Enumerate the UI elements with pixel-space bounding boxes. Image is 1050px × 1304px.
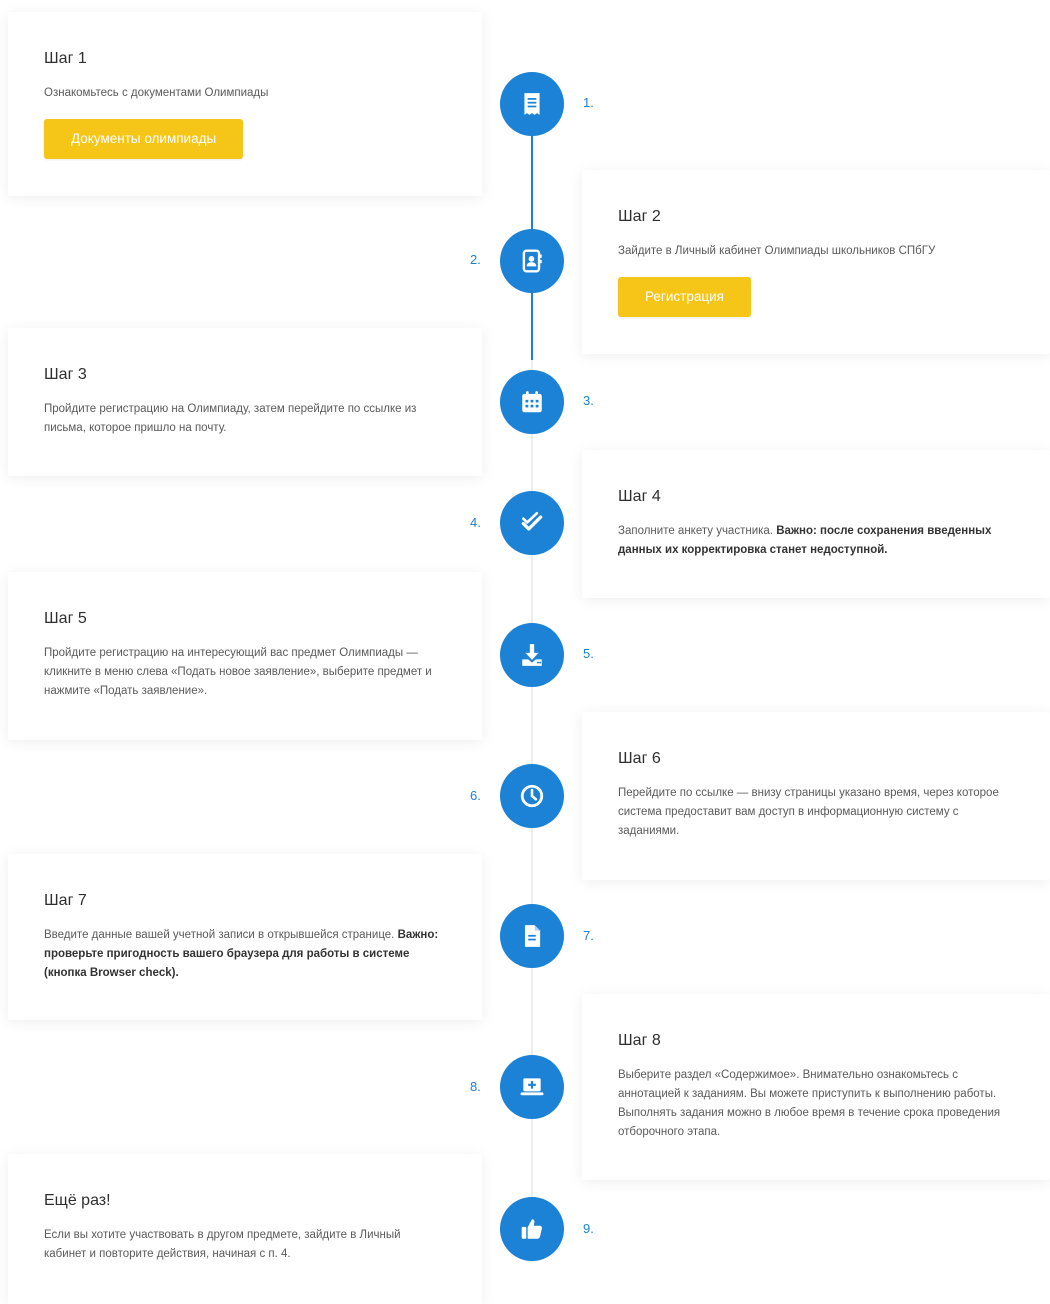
step-title: Шаг 3 <box>44 366 87 383</box>
step-card-6: Шаг 6 Перейдите по ссылке — внизу страни… <box>582 712 1050 880</box>
documents-button[interactable]: Документы олимпиады <box>44 119 244 159</box>
steps-timeline: Шаг 1 Ознакомьтесь с документами Олимпиа… <box>0 0 1050 1304</box>
step-text: Пройдите регистрацию на интересующий вас… <box>44 647 432 697</box>
laptop-plus-icon <box>520 1078 544 1096</box>
step-title: Шаг 7 <box>44 892 87 909</box>
step-node-5 <box>500 623 564 687</box>
document-icon <box>524 925 541 947</box>
calendar-icon <box>522 391 542 413</box>
double-check-icon <box>521 511 543 531</box>
step-text: Зайдите в Личный кабинет Олимпиады школь… <box>618 245 936 257</box>
step-number-6: 6. <box>470 788 481 803</box>
step-text: Пройдите регистрацию на Олимпиаду, затем… <box>44 403 417 434</box>
step-title: Шаг 4 <box>618 488 661 505</box>
step-title: Шаг 8 <box>618 1032 661 1049</box>
step-card-3: Шаг 3 Пройдите регистрацию на Олимпиаду,… <box>8 328 482 476</box>
step-title: Ещё раз! <box>44 1192 111 1209</box>
step-node-8 <box>500 1055 564 1119</box>
step-card-2: Шаг 2 Зайдите в Личный кабинет Олимпиады… <box>582 170 1050 354</box>
step-card-8: Шаг 8 Выберите раздел «Содержимое». Вним… <box>582 994 1050 1180</box>
step-number-5: 5. <box>583 646 594 661</box>
step-node-3 <box>500 370 564 434</box>
step-text: Выберите раздел «Содержимое». Внимательн… <box>618 1069 1001 1138</box>
download-icon <box>522 644 542 666</box>
step-title: Шаг 2 <box>618 208 661 225</box>
step-text: Заполните анкету участника. Важно: после… <box>618 522 1014 560</box>
thumbs-up-icon <box>521 1219 542 1239</box>
step-node-6 <box>500 764 564 828</box>
step-text: Введите данные вашей учетной записи в от… <box>44 926 446 983</box>
step-card-5: Шаг 5 Пройдите регистрацию на интересующ… <box>8 572 482 740</box>
clock-icon <box>520 784 544 808</box>
step-text-regular: Заполните анкету участника. <box>618 525 777 537</box>
step-number-4: 4. <box>470 515 481 530</box>
registration-button[interactable]: Регистрация <box>618 277 751 317</box>
step-node-9 <box>500 1197 564 1261</box>
step-number-1: 1. <box>583 95 594 110</box>
step-number-3: 3. <box>583 393 594 408</box>
step-text-regular: Введите данные вашей учетной записи в от… <box>44 929 398 941</box>
step-number-7: 7. <box>583 928 594 943</box>
step-number-2: 2. <box>470 252 481 267</box>
step-card-4: Шаг 4 Заполните анкету участника. Важно:… <box>582 450 1050 598</box>
step-text: Ознакомьтесь с документами Олимпиады <box>44 87 269 99</box>
step-node-4 <box>500 491 564 555</box>
step-title: Шаг 1 <box>44 50 87 67</box>
step-text: Перейдите по ссылке — внизу страницы ука… <box>618 787 999 837</box>
step-node-2 <box>500 229 564 293</box>
step-node-7 <box>500 904 564 968</box>
step-title: Шаг 5 <box>44 610 87 627</box>
step-card-7: Шаг 7 Введите данные вашей учетной запис… <box>8 854 482 1020</box>
step-card-1: Шаг 1 Ознакомьтесь с документами Олимпиа… <box>8 12 482 196</box>
receipt-icon <box>524 93 540 115</box>
contact-book-icon <box>522 249 542 273</box>
step-node-1 <box>500 72 564 136</box>
step-number-8: 8. <box>470 1079 481 1094</box>
step-number-9: 9. <box>583 1221 594 1236</box>
step-title: Шаг 6 <box>618 750 661 767</box>
step-text: Если вы хотите участвовать в другом пред… <box>44 1229 401 1260</box>
step-card-9: Ещё раз! Если вы хотите участвовать в др… <box>8 1154 482 1304</box>
